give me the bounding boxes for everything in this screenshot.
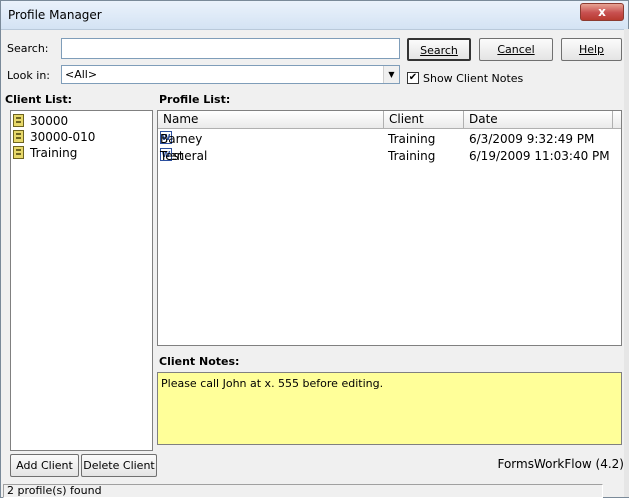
table-row[interactable]: W Barney General Training 6/3/2009 9:32:4… xyxy=(158,131,621,163)
search-button[interactable]: Search xyxy=(407,38,471,61)
client-notes-heading: Client Notes: xyxy=(159,355,240,368)
close-icon: x xyxy=(598,5,606,19)
profile-date: 6/19/2009 11:03:40 PM xyxy=(469,149,610,163)
profile-client: Training xyxy=(388,132,436,146)
status-text: 2 profile(s) found xyxy=(7,484,102,497)
column-header-filler xyxy=(613,111,621,129)
cancel-button[interactable]: Cancel xyxy=(479,38,553,61)
title-bar: Profile Manager x xyxy=(1,1,628,30)
window-title: Profile Manager xyxy=(8,8,102,22)
client-notes-textarea[interactable]: Please call John at x. 555 before editin… xyxy=(157,372,622,445)
add-client-button[interactable]: Add Client xyxy=(10,454,79,477)
search-label: Search: xyxy=(7,42,49,55)
search-button-label: Search xyxy=(420,44,458,57)
help-button-label: Help xyxy=(578,43,605,56)
client-folder-icon xyxy=(13,146,24,159)
client-item-label: 30000-010 xyxy=(30,130,96,144)
client-item[interactable]: Training xyxy=(13,145,153,161)
client-folder-icon xyxy=(13,130,24,143)
look-in-dropdown[interactable]: <All> ▼ xyxy=(61,65,400,84)
look-in-label: Look in: xyxy=(7,69,50,82)
profile-list[interactable]: Name Client Date W Barney General Trainin… xyxy=(157,110,622,346)
delete-client-button-label: Delete Client xyxy=(83,459,155,472)
client-list[interactable]: 30000 30000-010 Training xyxy=(10,110,153,451)
table-row[interactable]: W Test Training 6/19/2009 11:03:40 PM xyxy=(158,148,621,165)
profile-list-heading: Profile List: xyxy=(159,93,231,106)
help-button[interactable]: Help xyxy=(561,38,622,61)
search-input[interactable] xyxy=(61,38,400,59)
profile-client: Training xyxy=(388,149,436,163)
client-notes-text: Please call John at x. 555 before editin… xyxy=(161,377,384,390)
column-header-label: Client xyxy=(389,112,424,126)
client-item-label: 30000 xyxy=(30,114,69,128)
checkmark-icon: ✔ xyxy=(408,72,418,83)
client-item[interactable]: 30000-010 xyxy=(13,129,153,145)
column-header-label: Date xyxy=(469,112,498,126)
client-item-label: Training xyxy=(30,146,78,160)
client-list-heading: Client List: xyxy=(5,93,72,106)
status-bar: 2 profile(s) found xyxy=(3,484,603,498)
show-client-notes-label: Show Client Notes xyxy=(423,72,524,85)
look-in-value: <All> xyxy=(65,68,98,81)
column-header-client[interactable]: Client xyxy=(384,111,464,129)
close-button[interactable]: x xyxy=(580,3,624,21)
client-item[interactable]: 30000 xyxy=(13,113,153,129)
window-edge xyxy=(624,29,629,497)
cancel-button-label: Cancel xyxy=(497,43,535,56)
profile-name: Test xyxy=(160,149,184,163)
column-header-date[interactable]: Date xyxy=(464,111,613,129)
client-folder-icon xyxy=(13,114,24,127)
column-header-name[interactable]: Name xyxy=(158,111,384,129)
profile-manager-window: Profile Manager x Search: Search Cancel … xyxy=(0,0,629,498)
chevron-down-icon[interactable]: ▼ xyxy=(383,66,399,83)
show-client-notes-checkbox[interactable]: ✔ xyxy=(407,72,419,84)
profile-date: 6/3/2009 9:32:49 PM xyxy=(469,132,595,146)
delete-client-button[interactable]: Delete Client xyxy=(81,454,157,477)
add-client-button-label: Add Client xyxy=(16,459,73,472)
app-version: FormsWorkFlow (4.2) xyxy=(497,457,624,471)
column-header-label: Name xyxy=(163,112,199,126)
